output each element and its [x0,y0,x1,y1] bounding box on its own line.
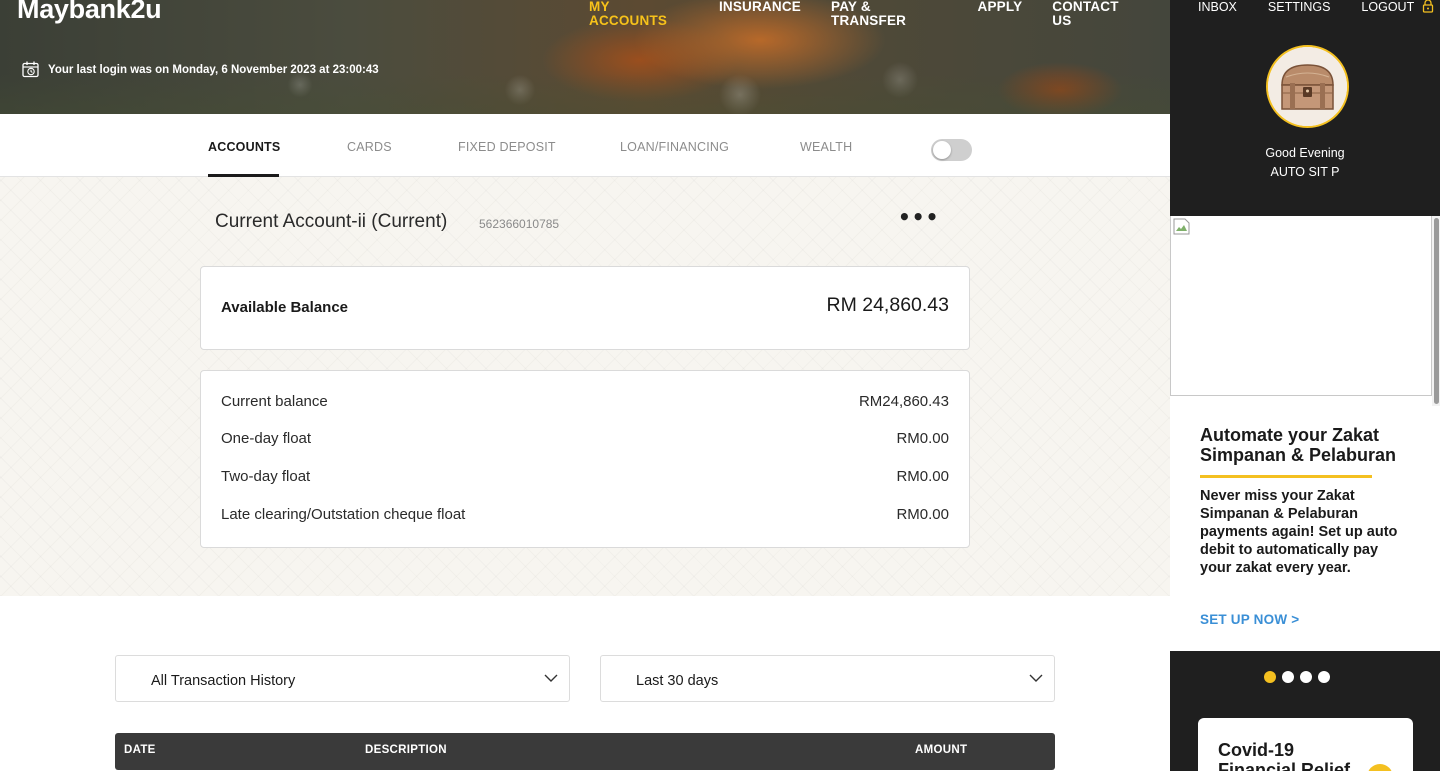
detail-label: Current balance [221,393,328,410]
balance-visibility-toggle[interactable] [931,139,972,161]
available-balance-card: Available Balance RM 24,860.43 [200,266,970,350]
promo-body: Never miss your Zakat Simpanan & Pelabur… [1200,488,1398,576]
carousel-indicators [1264,671,1330,683]
carousel-dot[interactable] [1318,671,1330,683]
last-login-text: Your last login was on Monday, 6 Novembe… [48,63,379,76]
period-select[interactable]: Last 30 days [600,655,1055,702]
carousel-dot[interactable] [1264,671,1276,683]
promo-carousel: Covid-19 Financial Relief [1170,651,1440,771]
covid-relief-card[interactable]: Covid-19 Financial Relief [1198,718,1413,771]
column-header-date[interactable]: DATE [124,744,156,756]
account-number: 562366010785 [479,217,560,231]
transaction-type-value: All Transaction History [151,673,296,689]
nav-my-accounts[interactable]: MY ACCOUNTS [589,0,689,28]
logout-link[interactable]: LOGOUT [1361,0,1414,15]
column-header-amount[interactable]: AMOUNT [915,744,967,756]
lock-icon[interactable] [1422,0,1434,13]
detail-value: RM24,860.43 [858,393,949,410]
calendar-clock-icon [22,61,39,78]
more-horizontal-icon[interactable]: ••• [898,207,939,227]
user-panel: INBOX SETTINGS LOGOUT Good Evening AUTO … [1170,0,1440,216]
detail-value: RM0.00 [896,430,949,447]
user-name: AUTO SIT P [1270,165,1340,179]
available-balance-label: Available Balance [221,299,349,316]
covid-card-icon [1367,764,1393,771]
promo-title: Automate your Zakat Simpanan & Pelaburan [1200,425,1397,465]
detail-label: Late clearing/Outstation cheque float [221,506,466,523]
balance-detail-row: Two-day float RM0.00 [221,468,949,488]
balance-details-card: Current balance RM24,860.43 One-day floa… [200,370,970,548]
maybank2u-logo[interactable]: Maybank2u [17,0,162,25]
period-value: Last 30 days [636,673,719,689]
inbox-link[interactable]: INBOX [1198,0,1237,15]
transaction-table-header: DATE DESCRIPTION AMOUNT [115,733,1055,770]
detail-label: Two-day float [221,468,311,485]
tab-loan-financing[interactable]: LOAN/FINANCING [620,140,729,154]
top-nav: MY ACCOUNTS INSURANCE PAY & TRANSFER APP… [589,0,1170,28]
balance-detail-row: One-day float RM0.00 [221,430,949,450]
nav-insurance[interactable]: INSURANCE [719,0,801,28]
promo-title-underline [1200,475,1372,478]
nav-contact-us[interactable]: CONTACT US [1052,0,1140,28]
available-balance-value: RM 24,860.43 [826,294,950,316]
scrollbar-thumb[interactable] [1434,218,1439,404]
detail-value: RM0.00 [896,468,949,485]
carousel-dot[interactable] [1300,671,1312,683]
chevron-down-icon [1029,674,1043,682]
settings-link[interactable]: SETTINGS [1268,0,1331,15]
avatar[interactable] [1266,45,1349,128]
balance-detail-row: Late clearing/Outstation cheque float RM… [221,506,949,526]
tab-wealth[interactable]: WEALTH [800,140,852,154]
broken-image-icon [1173,218,1190,235]
user-nav: INBOX SETTINGS LOGOUT [1198,0,1434,15]
detail-value: RM0.00 [896,506,949,523]
detail-label: One-day float [221,430,312,447]
balance-detail-row: Current balance RM24,860.43 [221,393,949,413]
toggle-knob [933,141,951,159]
hero-banner: Maybank2u MY ACCOUNTS INSURANCE PAY & TR… [0,0,1170,114]
greeting-text: Good Evening [1265,146,1345,160]
tab-accounts[interactable]: ACCOUNTS [208,140,280,154]
nav-apply[interactable]: APPLY [978,0,1023,28]
transaction-type-select[interactable]: All Transaction History [115,655,570,702]
nav-pay-transfer[interactable]: PAY & TRANSFER [831,0,947,28]
advertisement-frame[interactable] [1170,216,1432,396]
covid-card-title: Covid-19 Financial Relief [1218,740,1351,771]
panel-scrollbar[interactable] [1432,216,1440,406]
carousel-dot[interactable] [1282,671,1294,683]
account-summary-section: Current Account-ii (Current) 56236601078… [0,177,1170,596]
tab-fixed-deposit[interactable]: FIXED DEPOSIT [458,140,556,154]
account-tabs: ACCOUNTS CARDS FIXED DEPOSIT LOAN/FINANC… [0,114,1170,177]
treasure-chest-icon [1268,47,1347,126]
column-header-description[interactable]: DESCRIPTION [365,744,447,756]
last-login-info: Your last login was on Monday, 6 Novembe… [22,61,379,78]
set-up-now-link[interactable]: SET UP NOW > [1200,612,1299,627]
chevron-down-icon [544,674,558,682]
account-title: Current Account-ii (Current) [215,211,448,232]
tab-cards[interactable]: CARDS [347,140,392,154]
